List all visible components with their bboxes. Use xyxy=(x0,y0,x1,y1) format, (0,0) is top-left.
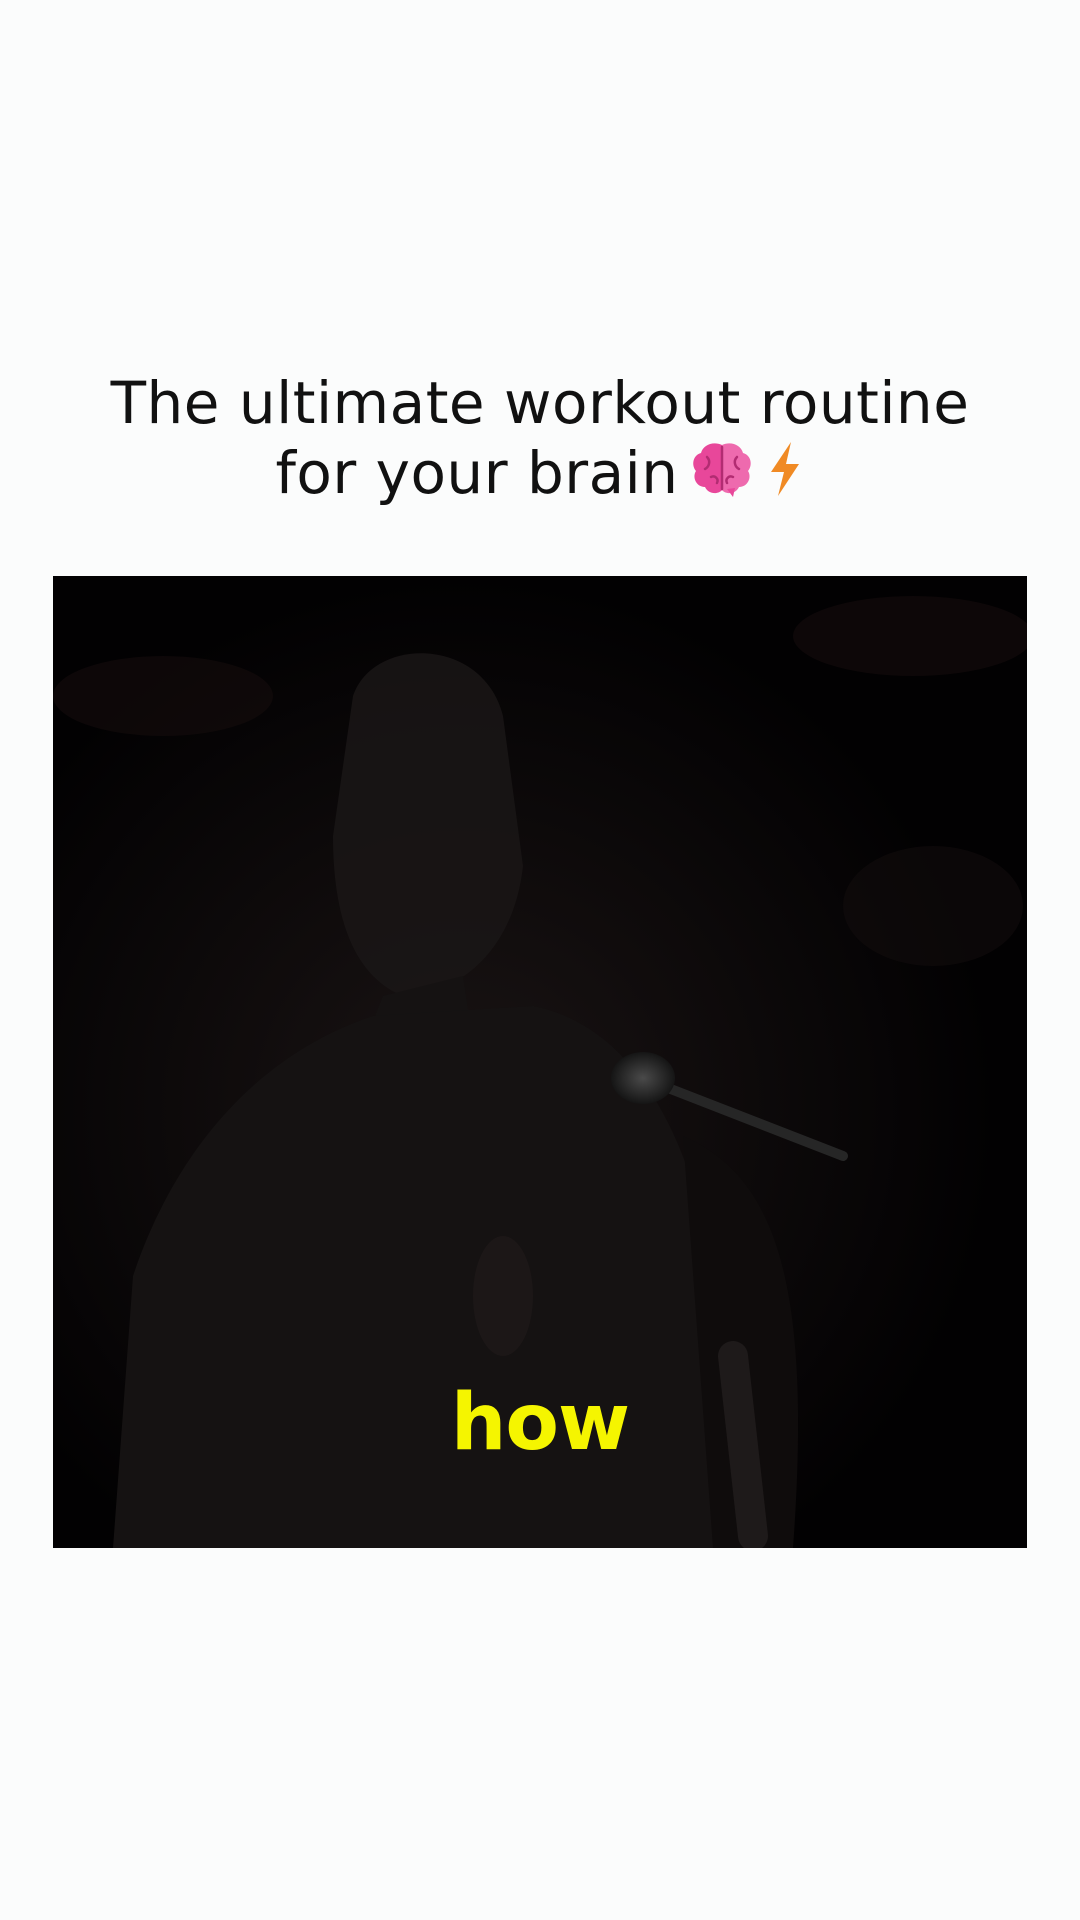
post-title-line-2-text: for your brain xyxy=(275,439,679,507)
brain-icon xyxy=(689,439,755,514)
video-caption: how xyxy=(450,1378,630,1468)
lightning-icon xyxy=(765,440,805,513)
post-page: The ultimate workout routine for your br… xyxy=(0,0,1080,1920)
post-title: The ultimate workout routine for your br… xyxy=(0,368,1080,514)
post-title-line-1: The ultimate workout routine xyxy=(110,369,970,437)
post-title-line-2: for your brain xyxy=(0,438,1080,514)
